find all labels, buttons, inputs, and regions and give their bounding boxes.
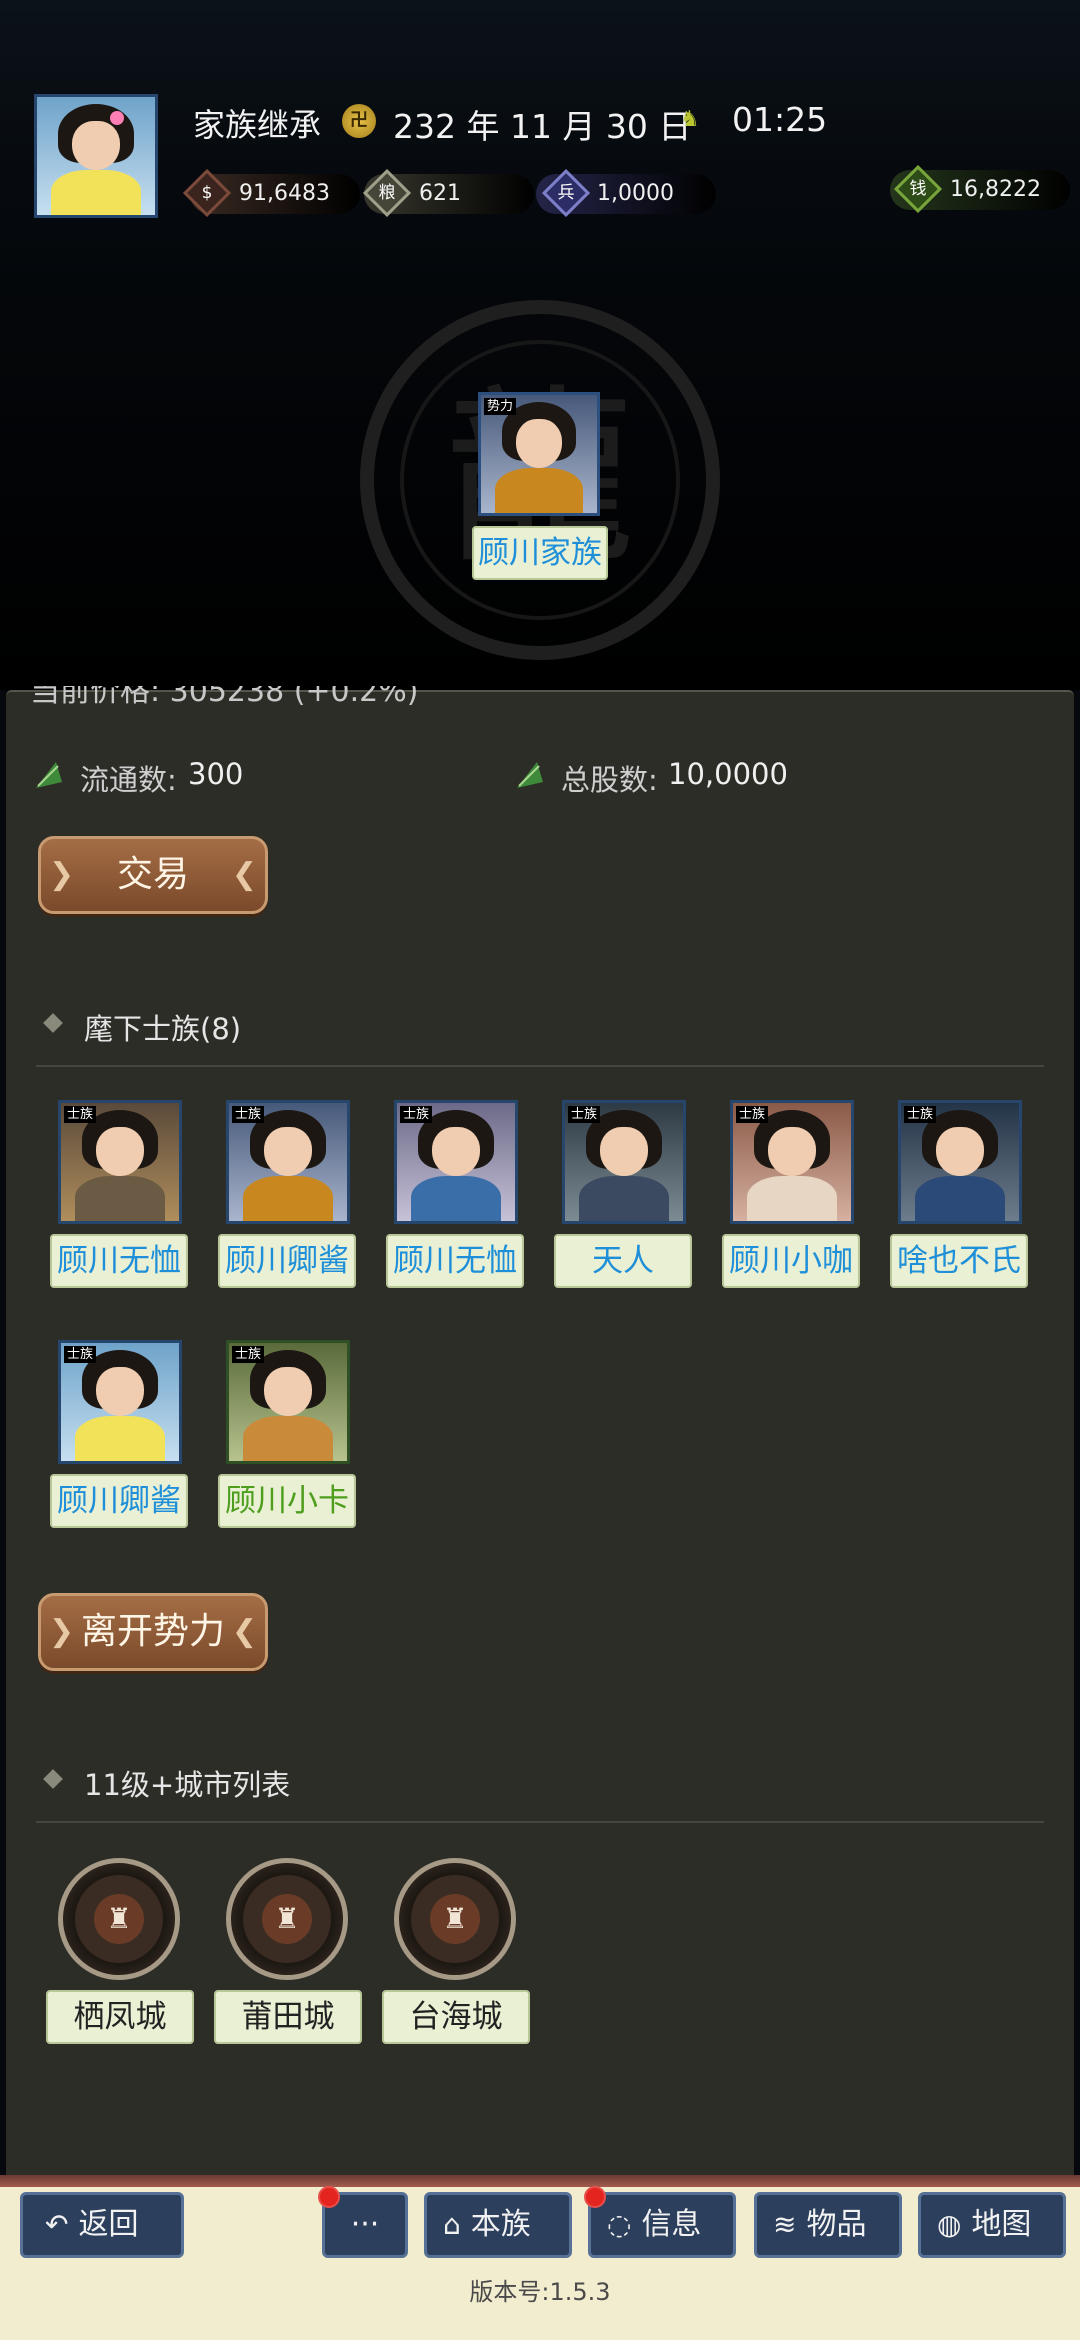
- clan-tag: 士族: [568, 1106, 601, 1123]
- food-value: 621: [419, 181, 461, 206]
- clan-member-name[interactable]: 天人: [554, 1234, 692, 1288]
- trade-button[interactable]: ❯ 交易 ❮: [38, 836, 268, 914]
- leaf-icon: [517, 762, 543, 788]
- clan-tag: 士族: [232, 1106, 265, 1123]
- clan-member-portrait[interactable]: 士族: [562, 1100, 686, 1224]
- more-icon: ···: [350, 2207, 380, 2242]
- clan-tag: 士族: [736, 1106, 769, 1123]
- soldier-value: 1,0000: [597, 181, 674, 206]
- clan-tag: 士族: [904, 1106, 937, 1123]
- game-date: 232 年 11 月 30 日: [393, 107, 692, 146]
- items-icon: ≋: [773, 2208, 797, 2241]
- castle-icon: ♜: [430, 1894, 480, 1944]
- divider: [36, 1065, 1044, 1067]
- cities-section-title: 11级+城市列表: [84, 1768, 291, 1802]
- bottom-bar-trim: [0, 2175, 1080, 2187]
- current-price: 当前价格: 305238 (+0.2%): [30, 686, 419, 709]
- clan-member-portrait[interactable]: 士族: [226, 1100, 350, 1224]
- items-button[interactable]: ≋ 物品: [754, 2192, 902, 2258]
- clan-member-portrait[interactable]: 士族: [226, 1340, 350, 1464]
- total-shares-label: 总股数:: [561, 763, 658, 797]
- clan-member-name[interactable]: 顾川卿酱: [50, 1474, 188, 1528]
- force-tag: 势力: [484, 398, 517, 415]
- coin-value: 91,6483: [239, 181, 330, 206]
- clan-member-portrait[interactable]: 士族: [58, 1340, 182, 1464]
- circulating-label: 流通数:: [80, 763, 177, 797]
- notification-dot: [318, 2186, 340, 2208]
- game-time: 01:25: [732, 100, 828, 139]
- divider: [36, 1821, 1044, 1823]
- avatar-portrait: [37, 97, 155, 215]
- force-portrait[interactable]: 势力: [478, 392, 600, 516]
- clan-member-portrait[interactable]: 士族: [58, 1100, 182, 1224]
- castle-icon: ♜: [262, 1894, 312, 1944]
- leave-force-button[interactable]: ❯ 离开势力 ❮: [38, 1593, 268, 1671]
- clan-tag: 士族: [232, 1346, 265, 1363]
- clan-icon: ⌂: [443, 2208, 461, 2241]
- globe-icon: ◍: [937, 2208, 962, 2241]
- clan-member-name[interactable]: 啥也不氏: [890, 1234, 1028, 1288]
- calendar-icon: 卍: [342, 104, 376, 138]
- map-button[interactable]: ◍ 地图: [918, 2192, 1066, 2258]
- clan-member-name[interactable]: 顾川卿酱: [218, 1234, 356, 1288]
- clan-member-portrait[interactable]: 士族: [394, 1100, 518, 1224]
- clan-member-name[interactable]: 顾川小卡: [218, 1474, 356, 1528]
- city-name[interactable]: 栖凤城: [46, 1990, 194, 2044]
- chat-icon: ◌: [607, 2208, 632, 2241]
- city-name[interactable]: 台海城: [382, 1990, 530, 2044]
- back-button[interactable]: ↶ 返回: [20, 2192, 184, 2258]
- player-avatar[interactable]: [34, 94, 158, 218]
- clan-tag: 士族: [400, 1106, 433, 1123]
- city-icon[interactable]: ♜: [58, 1858, 180, 1980]
- horse-icon: ♞: [680, 107, 700, 132]
- back-arrow-icon: ↶: [45, 2208, 69, 2241]
- clan-tag: 士族: [64, 1106, 97, 1123]
- info-button[interactable]: ◌ 信息: [588, 2192, 736, 2258]
- total-shares-value: 10,0000: [668, 757, 788, 791]
- city-icon[interactable]: ♜: [394, 1858, 516, 1980]
- force-name[interactable]: 顾川家族: [472, 526, 608, 580]
- castle-icon: ♜: [94, 1894, 144, 1944]
- clan-member-name[interactable]: 顾川小咖: [722, 1234, 860, 1288]
- money-value: 16,8222: [950, 177, 1041, 202]
- page-title: 家族继承: [193, 106, 322, 144]
- city-name[interactable]: 莆田城: [214, 1990, 362, 2044]
- clan-tag: 士族: [64, 1346, 97, 1363]
- notification-dot: [584, 2186, 606, 2208]
- version-label: 版本号:1.5.3: [469, 2278, 611, 2306]
- clan-member-name[interactable]: 顾川无恤: [386, 1234, 524, 1288]
- leaf-icon: [36, 762, 62, 788]
- circulating-value: 300: [188, 757, 244, 791]
- city-icon[interactable]: ♜: [226, 1858, 348, 1980]
- clans-section-title: 麾下士族(8): [84, 1012, 242, 1046]
- clan-button[interactable]: ⌂ 本族: [424, 2192, 572, 2258]
- clan-member-name[interactable]: 顾川无恤: [50, 1234, 188, 1288]
- clan-member-portrait[interactable]: 士族: [898, 1100, 1022, 1224]
- clan-member-portrait[interactable]: 士族: [730, 1100, 854, 1224]
